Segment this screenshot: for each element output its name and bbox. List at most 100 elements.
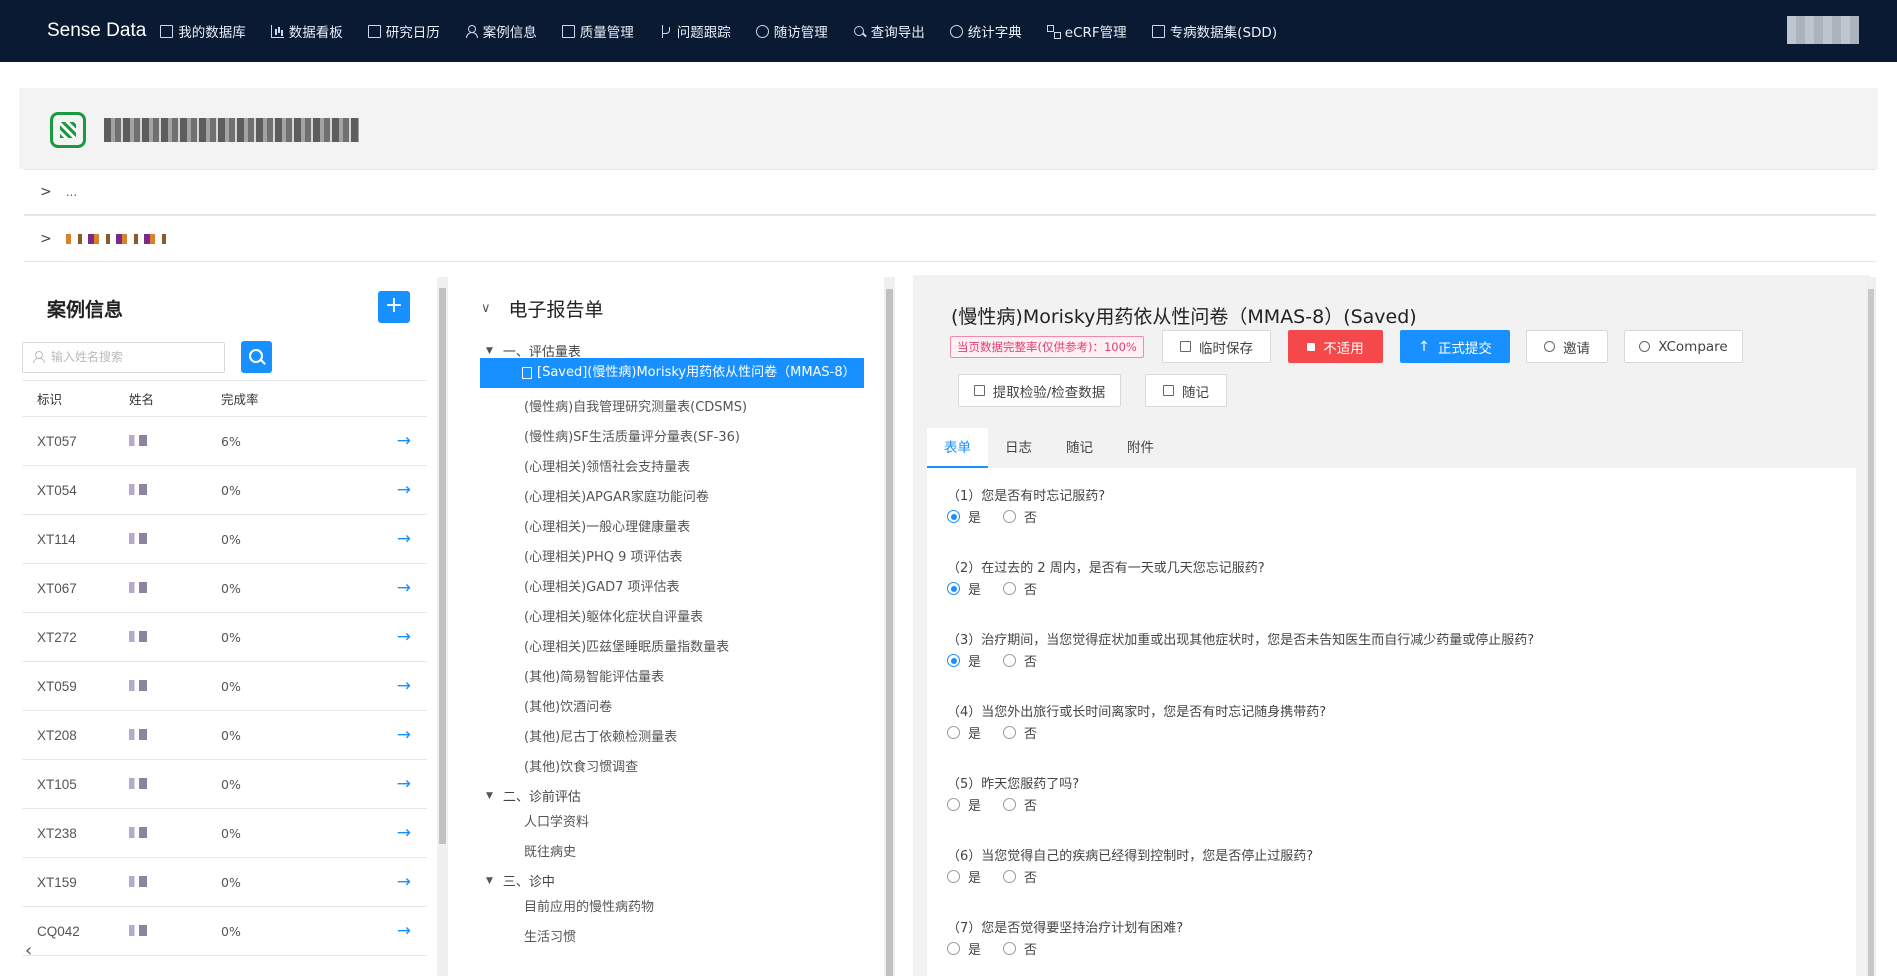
- radio-yes[interactable]: 是: [947, 507, 981, 526]
- search-button[interactable]: [241, 341, 272, 373]
- tree-item[interactable]: (心理相关)PHQ 9 项评估表: [524, 546, 683, 565]
- radio-circle-icon[interactable]: [1003, 870, 1017, 883]
- radio-circle-icon[interactable]: [1003, 582, 1017, 595]
- arrow-right-icon[interactable]: →: [331, 578, 411, 598]
- tree-item[interactable]: 目前应用的慢性病药物: [524, 896, 654, 915]
- nav-stat-dict[interactable]: 统计字典: [949, 21, 1022, 41]
- nav-cases[interactable]: 案例信息: [465, 21, 537, 41]
- tree-item[interactable]: (心理相关)GAD7 项评估表: [524, 576, 680, 595]
- not-applicable-button[interactable]: 不适用: [1288, 330, 1383, 363]
- radio-circle-icon[interactable]: [947, 870, 960, 883]
- nav-dashboard[interactable]: 数据看板: [270, 21, 343, 41]
- name-search-input[interactable]: 输入姓名搜索: [22, 342, 225, 373]
- xcompare-button[interactable]: XCompare: [1624, 330, 1743, 363]
- nav-quality[interactable]: 质量管理: [561, 21, 634, 41]
- tree-item[interactable]: (心理相关)匹兹堡睡眠质量指数量表: [524, 636, 729, 655]
- collapse-row-2[interactable]: >: [24, 215, 1876, 262]
- table-row[interactable]: XT114 0% →: [22, 515, 427, 564]
- radio-circle-icon[interactable]: [1003, 510, 1017, 523]
- note-button[interactable]: 随记: [1145, 374, 1227, 407]
- tree-item[interactable]: (心理相关)一般心理健康量表: [524, 516, 690, 535]
- nav-query-export[interactable]: 查询导出: [853, 21, 925, 41]
- tree-item[interactable]: (其他)饮酒问卷: [524, 696, 612, 715]
- tree-header[interactable]: ∨ 电子报告单: [481, 295, 604, 322]
- table-row[interactable]: XT057 6% →: [22, 417, 427, 466]
- tree-group[interactable]: ▼ 三、诊中: [486, 871, 555, 890]
- scroll-thumb[interactable]: [439, 288, 446, 844]
- radio-circle-icon[interactable]: [947, 798, 960, 811]
- radio-circle-icon[interactable]: [1003, 942, 1017, 955]
- table-row[interactable]: XT159 0% →: [22, 858, 427, 907]
- radio-circle-icon[interactable]: [947, 726, 960, 739]
- tree-item-active[interactable]: [Saved](慢性病)Morisky用药依从性问卷（MMAS-8）: [480, 358, 864, 388]
- table-row[interactable]: XT208 0% →: [22, 711, 427, 760]
- case-panel-scrollbar[interactable]: [437, 277, 448, 976]
- table-row[interactable]: XT105 0% →: [22, 760, 427, 809]
- table-row[interactable]: XT272 0% →: [22, 613, 427, 662]
- radio-circle-icon[interactable]: [947, 582, 960, 595]
- table-row[interactable]: CQ042 0% →: [22, 907, 427, 956]
- tree-item[interactable]: (慢性病)SF生活质量评分量表(SF-36): [524, 426, 740, 445]
- tab-attachments[interactable]: 附件: [1110, 428, 1171, 468]
- table-row[interactable]: XT238 0% →: [22, 809, 427, 858]
- nav-sdd[interactable]: 专病数据集(SDD): [1151, 21, 1277, 41]
- radio-yes[interactable]: 是: [947, 651, 981, 670]
- radio-no[interactable]: 否: [1003, 651, 1037, 670]
- arrow-right-icon[interactable]: →: [331, 431, 411, 451]
- invite-button[interactable]: 邀请: [1526, 330, 1608, 363]
- tree-item[interactable]: (心理相关)APGAR家庭功能问卷: [524, 486, 709, 505]
- tree-item[interactable]: (其他)饮食习惯调查: [524, 756, 638, 775]
- collapse-row-1[interactable]: > ...: [24, 169, 1876, 215]
- radio-no[interactable]: 否: [1003, 939, 1037, 958]
- tree-item[interactable]: (其他)简易智能评估量表: [524, 666, 664, 685]
- arrow-right-icon[interactable]: →: [331, 921, 411, 941]
- nav-followup[interactable]: 随访管理: [755, 21, 828, 41]
- nav-calendar[interactable]: 研究日历: [367, 21, 440, 41]
- arrow-right-icon[interactable]: →: [331, 823, 411, 843]
- chevron-left-icon[interactable]: ‹: [25, 940, 32, 961]
- tree-group[interactable]: ▼ 二、诊前评估: [486, 786, 581, 805]
- submit-button[interactable]: ↑ 正式提交: [1400, 330, 1510, 363]
- arrow-right-icon[interactable]: →: [331, 480, 411, 500]
- radio-no[interactable]: 否: [1003, 507, 1037, 526]
- tab-notes[interactable]: 随记: [1049, 428, 1110, 468]
- radio-circle-icon[interactable]: [947, 654, 960, 667]
- scroll-thumb[interactable]: [886, 289, 893, 976]
- arrow-right-icon[interactable]: →: [331, 627, 411, 647]
- radio-no[interactable]: 否: [1003, 867, 1037, 886]
- scroll-thumb[interactable]: [1868, 289, 1874, 976]
- radio-no[interactable]: 否: [1003, 579, 1037, 598]
- avatar[interactable]: [1787, 16, 1859, 44]
- tab-form[interactable]: 表单: [927, 428, 988, 468]
- table-row[interactable]: XT054 0% →: [22, 466, 427, 515]
- radio-circle-icon[interactable]: [1003, 798, 1017, 811]
- radio-no[interactable]: 否: [1003, 795, 1037, 814]
- tree-item[interactable]: 生活习惯: [524, 926, 576, 945]
- arrow-right-icon[interactable]: →: [331, 676, 411, 696]
- brand-name[interactable]: Sense Data: [47, 20, 146, 42]
- table-row[interactable]: XT067 0% →: [22, 564, 427, 613]
- tree-item[interactable]: (其他)尼古丁依赖检测量表: [524, 726, 677, 745]
- nav-my-database[interactable]: 我的数据库: [160, 21, 246, 41]
- tree-item[interactable]: (心理相关)领悟社会支持量表: [524, 456, 690, 475]
- arrow-right-icon[interactable]: →: [331, 774, 411, 794]
- radio-circle-icon[interactable]: [1003, 726, 1017, 739]
- radio-yes[interactable]: 是: [947, 867, 981, 886]
- radio-circle-icon[interactable]: [947, 510, 960, 523]
- radio-no[interactable]: 否: [1003, 723, 1037, 742]
- tree-item[interactable]: (慢性病)自我管理研究测量表(CDSMS): [524, 396, 747, 415]
- nav-issues[interactable]: 问题跟踪: [659, 21, 731, 41]
- table-row[interactable]: XT059 0% →: [22, 662, 427, 711]
- tree-item[interactable]: 既往病史: [524, 841, 576, 860]
- form-scrollbar[interactable]: [1866, 277, 1876, 976]
- radio-circle-icon[interactable]: [947, 942, 960, 955]
- nav-ecrf[interactable]: eCRF管理: [1046, 21, 1127, 41]
- arrow-right-icon[interactable]: →: [331, 529, 411, 549]
- tree-item[interactable]: 人口学资料: [524, 811, 589, 830]
- tree-item[interactable]: (心理相关)躯体化症状自评量表: [524, 606, 703, 625]
- temp-save-button[interactable]: 临时保存: [1162, 330, 1271, 363]
- tree-scrollbar[interactable]: [884, 277, 895, 976]
- add-case-button[interactable]: +: [378, 291, 410, 323]
- arrow-right-icon[interactable]: →: [331, 872, 411, 892]
- radio-yes[interactable]: 是: [947, 939, 981, 958]
